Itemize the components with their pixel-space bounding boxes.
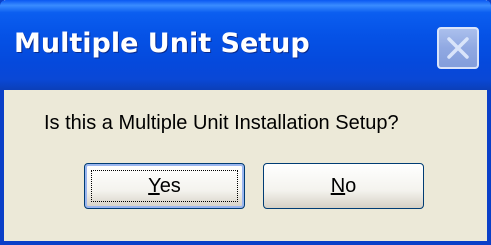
yes-button-label: Yes [148, 175, 181, 197]
yes-button[interactable]: Yes [84, 163, 245, 209]
no-mnemonic: N [330, 175, 346, 197]
close-button[interactable] [437, 27, 479, 69]
no-button[interactable]: No [263, 163, 424, 209]
dialog-title: Multiple Unit Setup [14, 28, 310, 59]
title-bar[interactable]: Multiple Unit Setup [0, 0, 491, 90]
dialog-window: Multiple Unit Setup Is this a Multiple U… [0, 0, 491, 245]
yes-mnemonic: Y [148, 175, 160, 197]
dialog-message: Is this a Multiple Unit Installation Set… [44, 112, 399, 134]
no-button-label: No [331, 175, 357, 197]
no-label-rest: o [345, 175, 357, 197]
close-icon [447, 37, 469, 59]
yes-label-rest: es [159, 175, 181, 197]
